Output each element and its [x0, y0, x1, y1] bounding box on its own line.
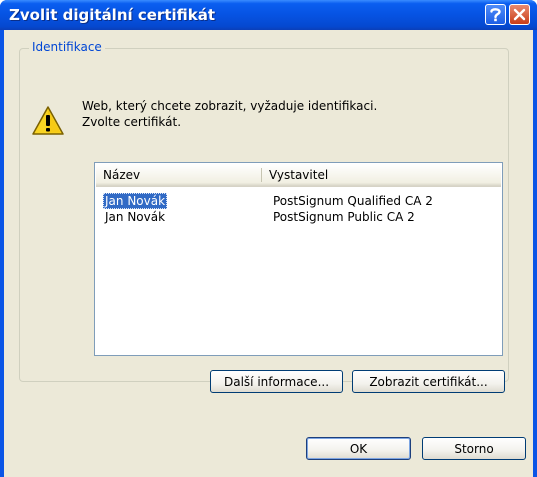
message-line-1: Web, který chcete zobrazit, vyžaduje ide…: [82, 99, 378, 113]
help-button[interactable]: [485, 4, 506, 25]
cert-issuer-cell: PostSignum Qualified CA 2: [273, 194, 433, 208]
warning-icon: [32, 106, 64, 135]
cert-name-cell: Jan Novák: [105, 210, 166, 224]
column-header-issuer[interactable]: Vystavitel: [262, 164, 501, 186]
table-row[interactable]: Jan Novák PostSignum Public CA 2: [96, 209, 501, 225]
group-label: Identifikace: [29, 40, 105, 54]
more-info-button[interactable]: Další informace...: [210, 370, 343, 393]
column-header-name[interactable]: Název: [96, 164, 262, 186]
table-row[interactable]: Jan Novák PostSignum Qualified CA 2: [96, 193, 501, 209]
window-title: Zvolit digitální certifikát: [9, 6, 216, 24]
help-icon: [490, 8, 501, 22]
message-line-2: Zvolte certifikát.: [82, 115, 182, 129]
cert-name-cell: Jan Novák: [103, 193, 168, 209]
identification-message: Web, který chcete zobrazit, vyžaduje ide…: [82, 98, 377, 130]
close-icon: [513, 8, 526, 21]
ok-button[interactable]: OK: [306, 437, 411, 460]
cert-issuer-cell: PostSignum Public CA 2: [273, 210, 415, 224]
view-certificate-button[interactable]: Zobrazit certifikát...: [352, 370, 505, 393]
certificate-list[interactable]: Název Vystavitel Jan Novák PostSignum Qu…: [94, 162, 503, 356]
list-header: Název Vystavitel: [96, 164, 501, 187]
title-bar[interactable]: Zvolit digitální certifikát: [0, 0, 537, 30]
close-button[interactable]: [509, 4, 530, 25]
cancel-button[interactable]: Storno: [422, 437, 526, 460]
